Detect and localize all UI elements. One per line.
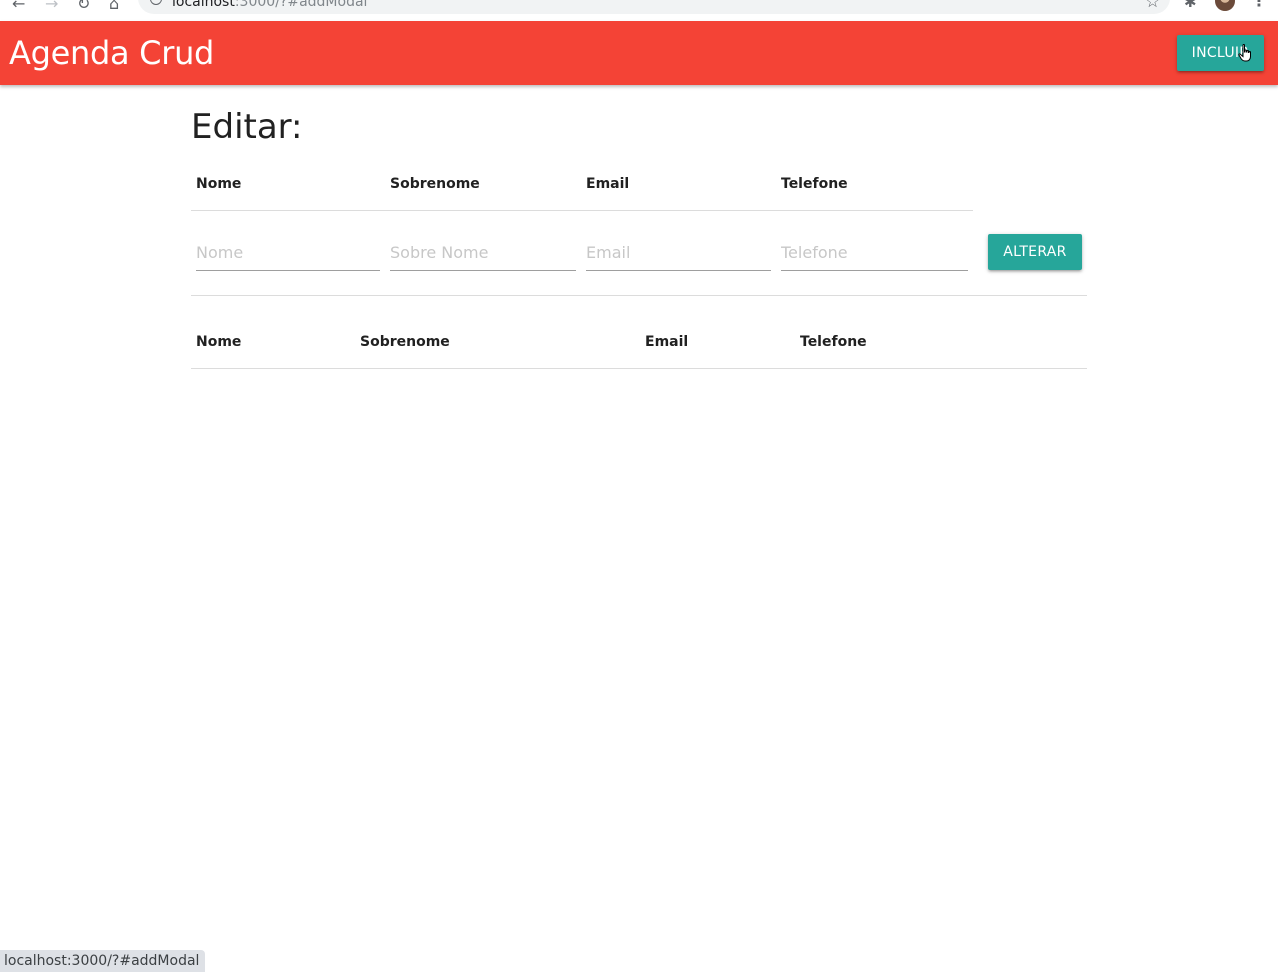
status-bar-url: localhost:3000/?#addModal bbox=[0, 950, 206, 972]
brand-logo[interactable]: Agenda Crud bbox=[9, 33, 214, 73]
edit-title: Editar: bbox=[191, 107, 303, 147]
telefone-field[interactable] bbox=[781, 235, 968, 271]
profile-avatar[interactable] bbox=[1215, 0, 1235, 11]
alterar-button[interactable]: ALTERAR bbox=[988, 234, 1082, 270]
list-header-telefone: Telefone bbox=[800, 334, 867, 350]
list-header-email: Email bbox=[645, 334, 689, 350]
email-field[interactable] bbox=[586, 235, 771, 271]
edit-header-nome: Nome bbox=[196, 176, 242, 192]
url-path: :3000/?#addModal bbox=[234, 0, 368, 10]
divider bbox=[191, 295, 1087, 296]
home-icon[interactable]: ⌂ bbox=[109, 0, 119, 13]
divider bbox=[191, 210, 973, 211]
back-icon[interactable]: ← bbox=[12, 0, 25, 13]
url-host: localhost bbox=[172, 0, 235, 10]
browser-toolbar: ← → ↻ ⌂ localhost:3000/?#addModal ☆ ✱ ⋮ bbox=[0, 0, 1278, 21]
divider bbox=[191, 368, 1087, 369]
edit-header-email: Email bbox=[586, 176, 630, 192]
extensions-icon[interactable]: ✱ bbox=[1184, 0, 1197, 11]
list-header-sobrenome: Sobrenome bbox=[360, 334, 450, 350]
hand-cursor-icon bbox=[1238, 44, 1251, 62]
list-header-nome: Nome bbox=[196, 334, 242, 350]
edit-header-telefone: Telefone bbox=[781, 176, 848, 192]
sobrenome-field[interactable] bbox=[390, 235, 576, 271]
bookmark-star-icon[interactable]: ☆ bbox=[1145, 0, 1160, 12]
address-url[interactable]: localhost:3000/?#addModal bbox=[172, 0, 367, 10]
app-header: Agenda Crud INCLUIR bbox=[0, 21, 1278, 85]
reload-icon[interactable]: ↻ bbox=[77, 0, 90, 13]
forward-icon[interactable]: → bbox=[45, 0, 58, 13]
browser-menu-icon[interactable]: ⋮ bbox=[1251, 0, 1267, 10]
edit-header-sobrenome: Sobrenome bbox=[390, 176, 480, 192]
nome-field[interactable] bbox=[196, 235, 380, 271]
